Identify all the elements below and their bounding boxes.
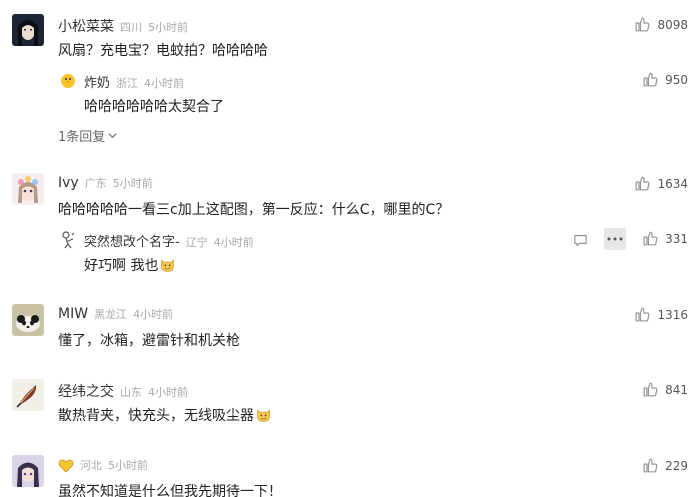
like-count: 229 [665,458,688,473]
comment-text: 虽然不知道是什么但我先期待一下！ [58,484,282,497]
yellow-heart-icon [58,458,74,473]
thumbs-up-icon [643,458,658,473]
avatar[interactable] [12,455,44,487]
user-location: 河北 [80,459,102,472]
like-button[interactable]: 229 [642,457,688,474]
anime-girl-avatar-icon [12,455,44,487]
comment-item: 河北 5小时前 虽然不知道是什么但我先期待一下！ 229 [0,0,700,497]
comment-time: 5小时前 [108,459,148,472]
